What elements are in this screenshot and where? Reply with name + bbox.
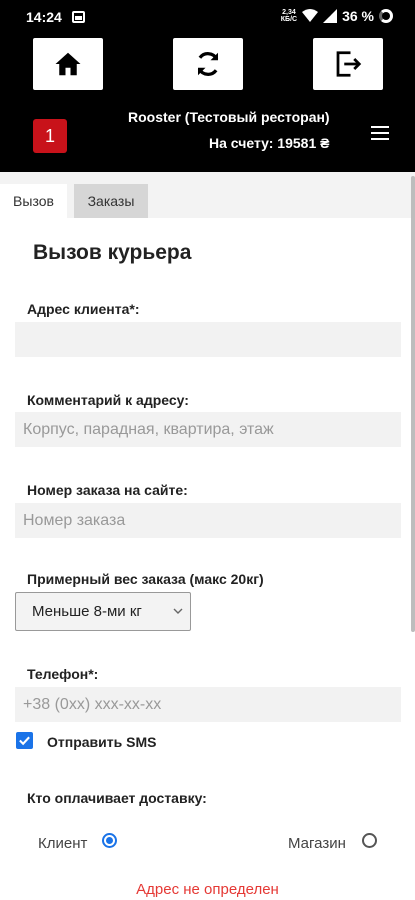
payer-label: Кто оплачивает доставку: (27, 790, 207, 806)
sms-label: Отправить SMS (47, 734, 157, 750)
app-header: 1 Rooster (Тестовый ресторан) На счету: … (0, 34, 415, 172)
signal-icon (323, 9, 338, 23)
logout-button[interactable] (313, 38, 383, 90)
address-error-message: Адрес не определен (136, 881, 279, 898)
menu-icon[interactable] (371, 126, 389, 140)
status-bar: 14:24 2,34 КБ/С 36 % (0, 0, 415, 34)
battery-level: 36 % (342, 8, 374, 24)
network-speed: 2,34 КБ/С (280, 9, 298, 23)
home-button[interactable] (33, 38, 103, 90)
notification-badge[interactable]: 1 (33, 119, 67, 153)
tab-bar: Вызов Заказы (0, 172, 415, 218)
weight-select[interactable]: Меньше 8-ми кг (15, 592, 191, 631)
clock: 14:24 (26, 9, 62, 25)
page-title: Вызов курьера (33, 241, 192, 264)
phone-label: Телефон*: (27, 666, 99, 682)
wifi-icon (302, 9, 319, 22)
address-label: Адрес клиента*: (27, 301, 140, 317)
refresh-button[interactable] (173, 38, 243, 90)
order-number-label: Номер заказа на сайте: (27, 482, 188, 498)
gallery-notification-icon (72, 11, 85, 23)
battery-icon (379, 9, 393, 23)
logout-icon (336, 51, 362, 77)
restaurant-name: Rooster (Тестовый ресторан) (128, 109, 330, 125)
refresh-icon (197, 52, 219, 76)
payer-store-radio[interactable] (362, 833, 377, 848)
order-number-input[interactable] (15, 503, 401, 538)
weight-label: Примерный вес заказа (макс 20кг) (27, 571, 264, 587)
tab-call[interactable]: Вызов (0, 184, 67, 218)
payer-client-radio[interactable] (102, 833, 117, 848)
payer-store-label: Магазин (288, 835, 346, 852)
account-balance: На счету: 19581 ₴ (209, 135, 330, 151)
sms-checkbox[interactable] (16, 732, 33, 749)
chevron-down-icon (173, 608, 183, 614)
phone-input[interactable] (15, 687, 401, 722)
weight-selected-value: Меньше 8-ми кг (32, 603, 142, 620)
status-icons: 2,34 КБ/С 36 % (281, 8, 393, 24)
comment-label: Комментарий к адресу: (27, 392, 189, 408)
checkmark-icon (19, 736, 30, 746)
home-icon (55, 52, 81, 76)
tab-orders[interactable]: Заказы (74, 184, 148, 218)
comment-input[interactable] (15, 412, 401, 447)
address-input[interactable] (15, 322, 401, 357)
payer-client-label: Клиент (38, 835, 88, 852)
scrollbar[interactable] (411, 176, 415, 632)
